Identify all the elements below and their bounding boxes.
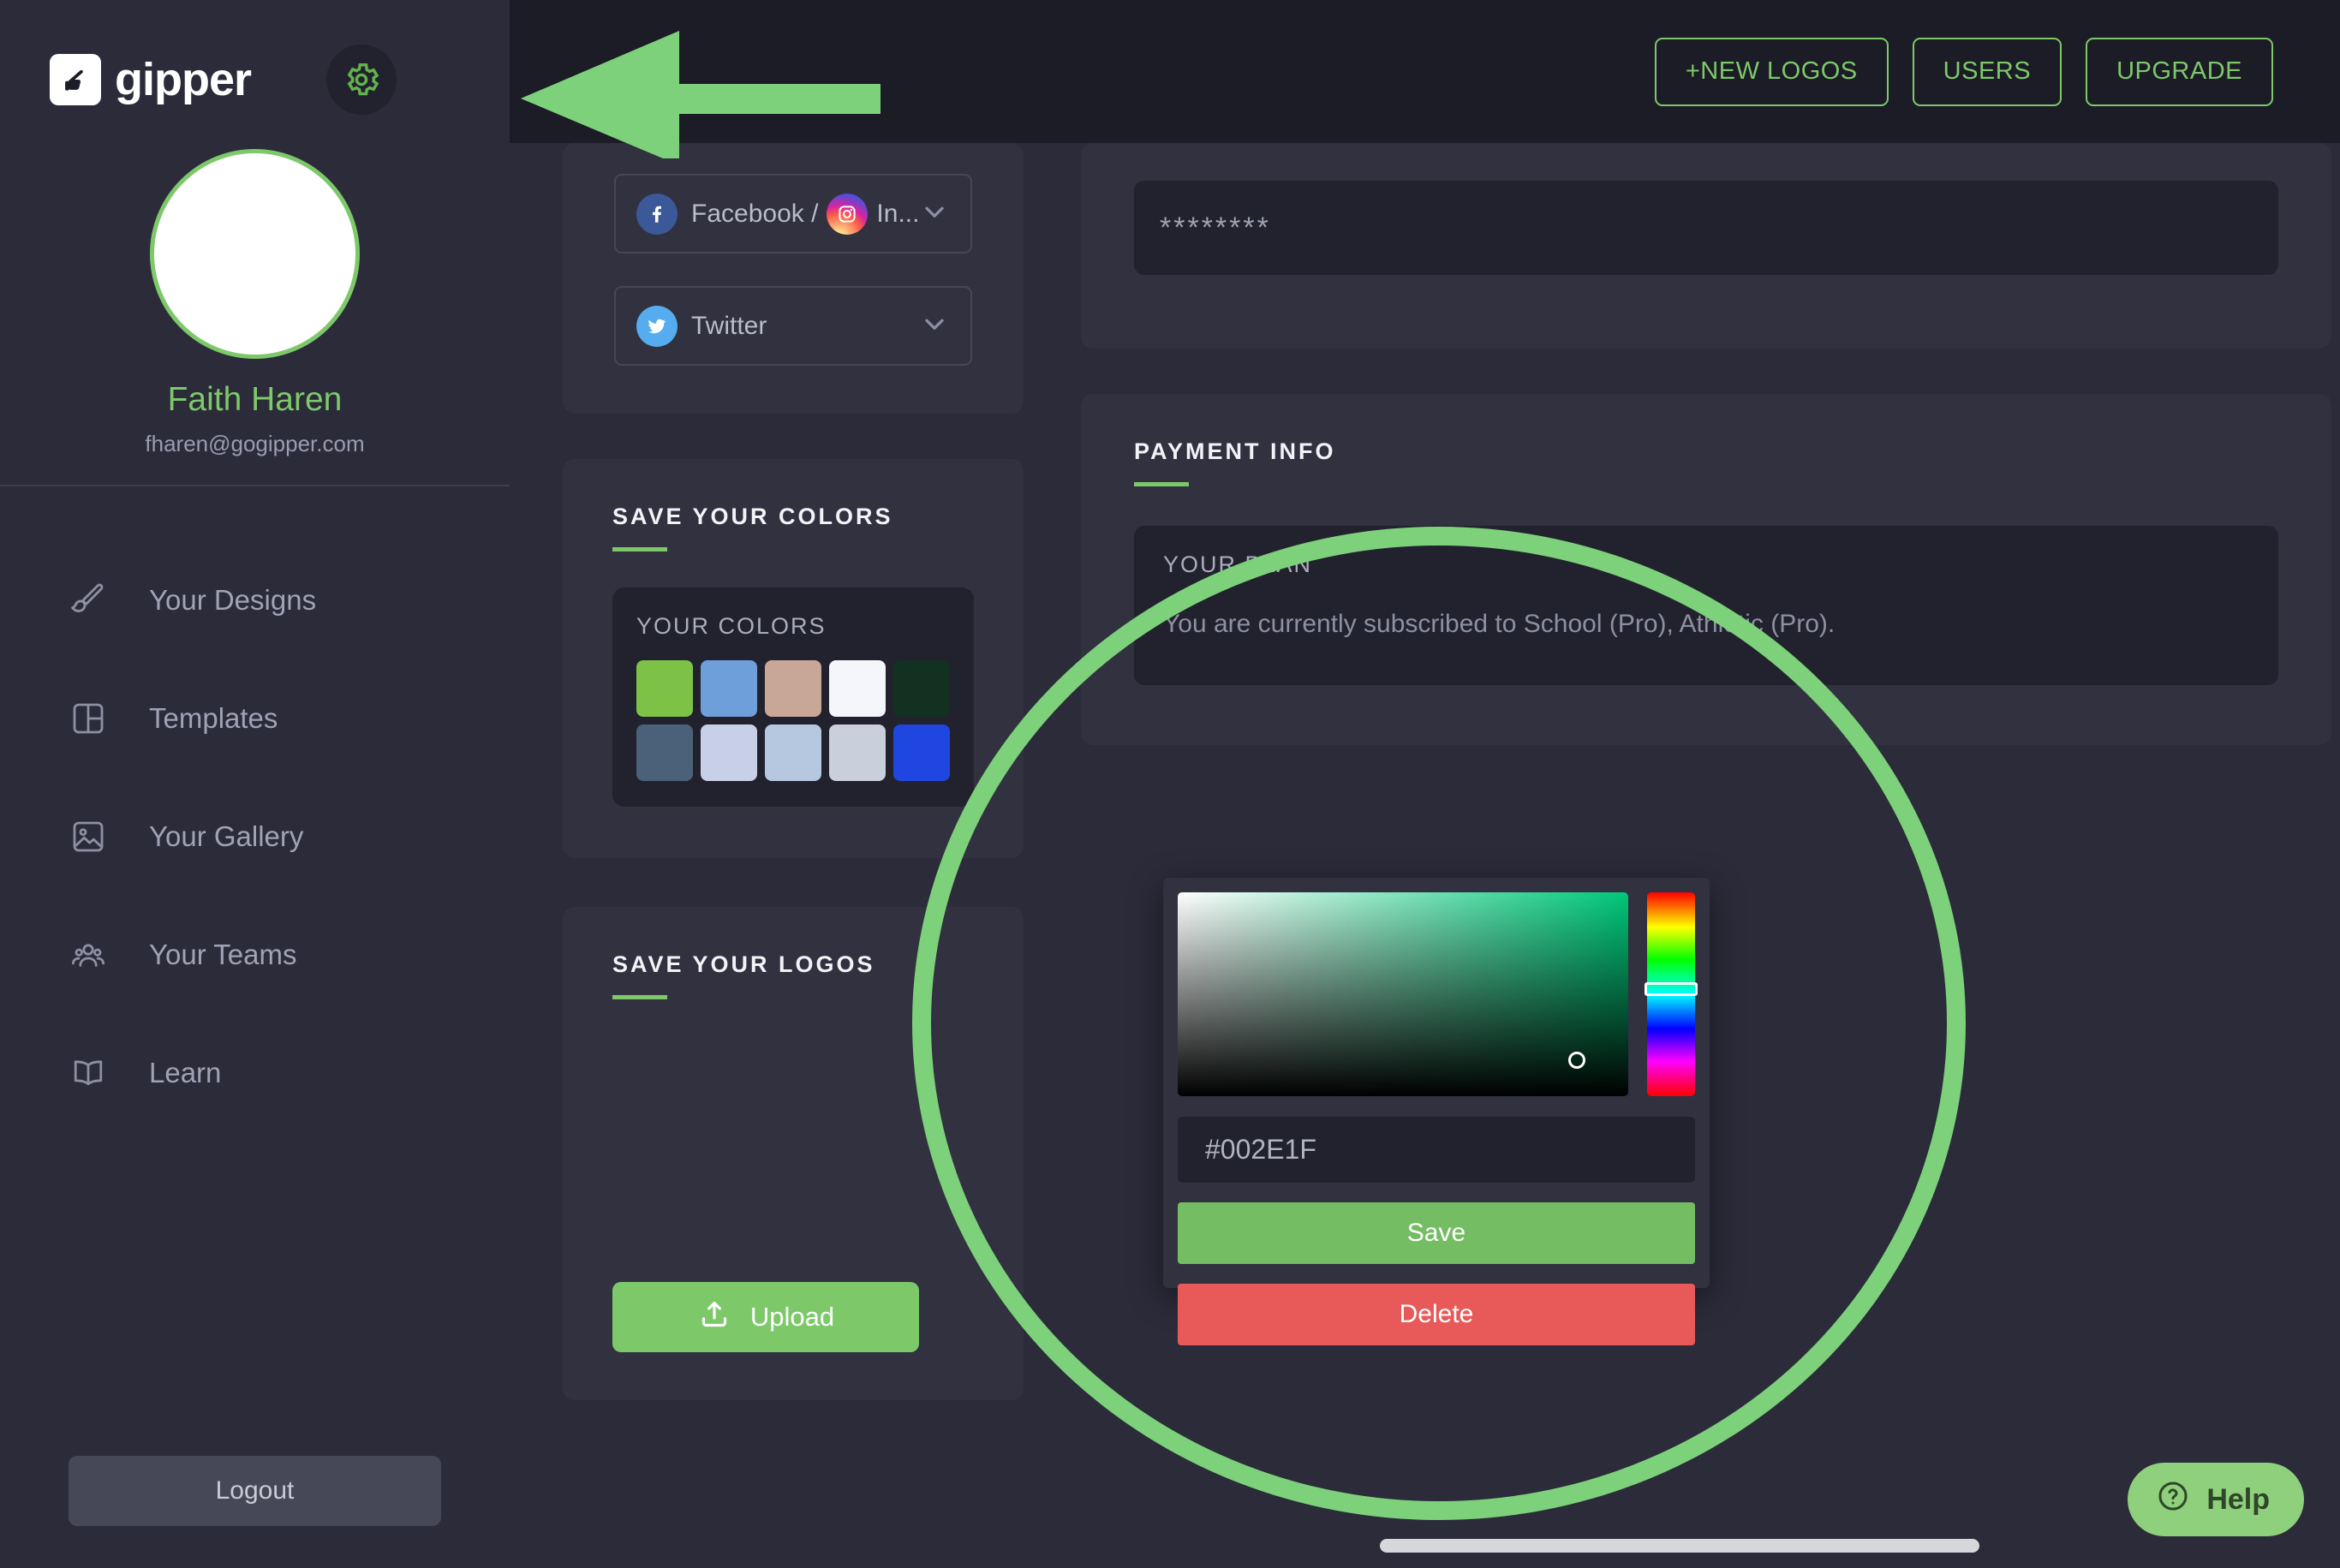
help-button-label: Help: [2206, 1482, 2270, 1516]
instagram-icon: [827, 193, 869, 235]
sidebar: gipper Faith Haren fharen@gogipper.com Y…: [0, 0, 510, 1568]
saturation-value-area[interactable]: [1178, 892, 1628, 1096]
users-button[interactable]: USERS: [1912, 37, 2062, 106]
saturation-handle[interactable]: [1568, 1052, 1586, 1070]
twitter-icon: [636, 305, 678, 347]
sidebar-item-label: Templates: [149, 702, 278, 734]
color-swatch[interactable]: [829, 660, 886, 717]
book-open-icon: [65, 1050, 111, 1096]
gear-icon[interactable]: [326, 45, 397, 115]
heading-underline: [612, 547, 667, 551]
facebook-instagram-dropdown[interactable]: Facebook / In...: [614, 174, 972, 253]
chevron-down-icon: [919, 308, 950, 343]
hex-input[interactable]: #002E1F: [1178, 1117, 1695, 1183]
question-circle-icon: [2155, 1478, 2191, 1522]
help-button[interactable]: Help: [2128, 1463, 2304, 1536]
your-plan-text: You are currently subscribed to School (…: [1163, 610, 1836, 638]
chevron-down-icon: [919, 196, 950, 231]
sidebar-item-label: Your Designs: [149, 584, 317, 616]
facebook-icon: [636, 193, 678, 235]
color-swatch[interactable]: [636, 660, 693, 717]
sidebar-nav: Your Designs Templates Your Gallery Your…: [0, 486, 510, 1132]
sidebar-item-your-designs[interactable]: Your Designs: [0, 541, 510, 659]
color-swatch[interactable]: [829, 724, 886, 781]
password-field[interactable]: ********: [1134, 181, 2278, 275]
app-root: gipper Faith Haren fharen@gogipper.com Y…: [0, 0, 2340, 1568]
sidebar-item-learn[interactable]: Learn: [0, 1014, 510, 1132]
twitter-dropdown[interactable]: Twitter: [614, 286, 972, 366]
facebook-label: Facebook /: [691, 199, 819, 228]
color-swatch[interactable]: [765, 660, 821, 717]
brand-wordmark: gipper: [115, 54, 252, 105]
sidebar-item-templates[interactable]: Templates: [0, 659, 510, 778]
upgrade-button[interactable]: UPGRADE: [2086, 37, 2273, 106]
payment-info-heading: PAYMENT INFO: [1134, 438, 1336, 464]
your-colors-panel: YOUR COLORS: [612, 587, 974, 807]
payment-info-card: PAYMENT INFO YOUR PLAN You are currently…: [1081, 394, 2331, 745]
save-logos-heading: SAVE YOUR LOGOS: [612, 951, 875, 977]
hue-slider-handle[interactable]: [1645, 982, 1698, 997]
instagram-label-truncated: In...: [876, 199, 919, 228]
save-color-button[interactable]: Save: [1178, 1202, 1695, 1264]
social-dropdown-label: Facebook / In...: [691, 193, 919, 235]
color-picker-popup[interactable]: #002E1F Save Delete: [1163, 878, 1710, 1345]
new-logos-button[interactable]: +NEW LOGOS: [1654, 37, 1889, 106]
save-your-colors-card: SAVE YOUR COLORS YOUR COLORS: [563, 459, 1024, 858]
social-accounts-card: Facebook / In... Twitter: [563, 143, 1024, 414]
logos-placeholder-area: [612, 999, 974, 1282]
hue-slider[interactable]: [1645, 892, 1698, 1096]
settings-content: Facebook / In... Twitter SAVE YOUR COLOR…: [510, 143, 2340, 1568]
color-swatch[interactable]: [893, 724, 950, 781]
avatar: [150, 149, 360, 359]
logout-button[interactable]: Logout: [69, 1456, 441, 1526]
your-plan-label: YOUR PLAN: [1163, 551, 1313, 577]
upload-button-label: Upload: [749, 1302, 835, 1332]
color-swatch-grid: [636, 660, 950, 781]
social-dropdown-label: Twitter: [691, 311, 767, 340]
paintbrush-icon: [65, 577, 111, 623]
sidebar-item-your-gallery[interactable]: Your Gallery: [0, 778, 510, 896]
save-your-logos-card: SAVE YOUR LOGOS Upload: [563, 907, 1024, 1400]
image-icon: [65, 814, 111, 860]
gipper-hand-logo-icon: [50, 54, 101, 105]
save-colors-heading: SAVE YOUR COLORS: [612, 504, 893, 529]
sidebar-item-label: Your Teams: [149, 939, 297, 970]
left-column: Facebook / In... Twitter SAVE YOUR COLOR…: [563, 143, 1024, 1400]
delete-color-button[interactable]: Delete: [1178, 1284, 1695, 1345]
color-swatch[interactable]: [701, 660, 757, 717]
heading-underline: [1134, 482, 1189, 486]
profile-name: Faith Haren: [167, 381, 343, 418]
main-area: +NEW LOGOS USERS UPGRADE Facebook / In..…: [510, 0, 2340, 1568]
your-plan-box: YOUR PLAN You are currently subscribed t…: [1134, 526, 2278, 685]
upload-icon: [697, 1297, 731, 1338]
right-column: ******** PAYMENT INFO YOUR PLAN You are …: [1081, 143, 2331, 745]
layout-template-icon: [65, 695, 111, 742]
sidebar-item-label: Learn: [149, 1057, 222, 1088]
profile-block: Faith Haren fharen@gogipper.com: [0, 149, 510, 457]
top-bar: +NEW LOGOS USERS UPGRADE: [510, 0, 2340, 143]
color-swatch[interactable]: [765, 724, 821, 781]
your-colors-title: YOUR COLORS: [636, 613, 827, 639]
color-swatch[interactable]: [701, 724, 757, 781]
brand-row: gipper: [0, 0, 510, 115]
password-card: ********: [1081, 143, 2331, 349]
users-group-icon: [65, 932, 111, 978]
color-swatch[interactable]: [636, 724, 693, 781]
upload-button[interactable]: Upload: [612, 1282, 919, 1352]
profile-email: fharen@gogipper.com: [145, 431, 365, 456]
color-swatch[interactable]: [893, 660, 950, 717]
sidebar-item-label: Your Gallery: [149, 820, 304, 852]
horizontal-scrollbar[interactable]: [1380, 1539, 1979, 1553]
sidebar-item-your-teams[interactable]: Your Teams: [0, 896, 510, 1014]
picker-gradients: [1178, 892, 1698, 1096]
